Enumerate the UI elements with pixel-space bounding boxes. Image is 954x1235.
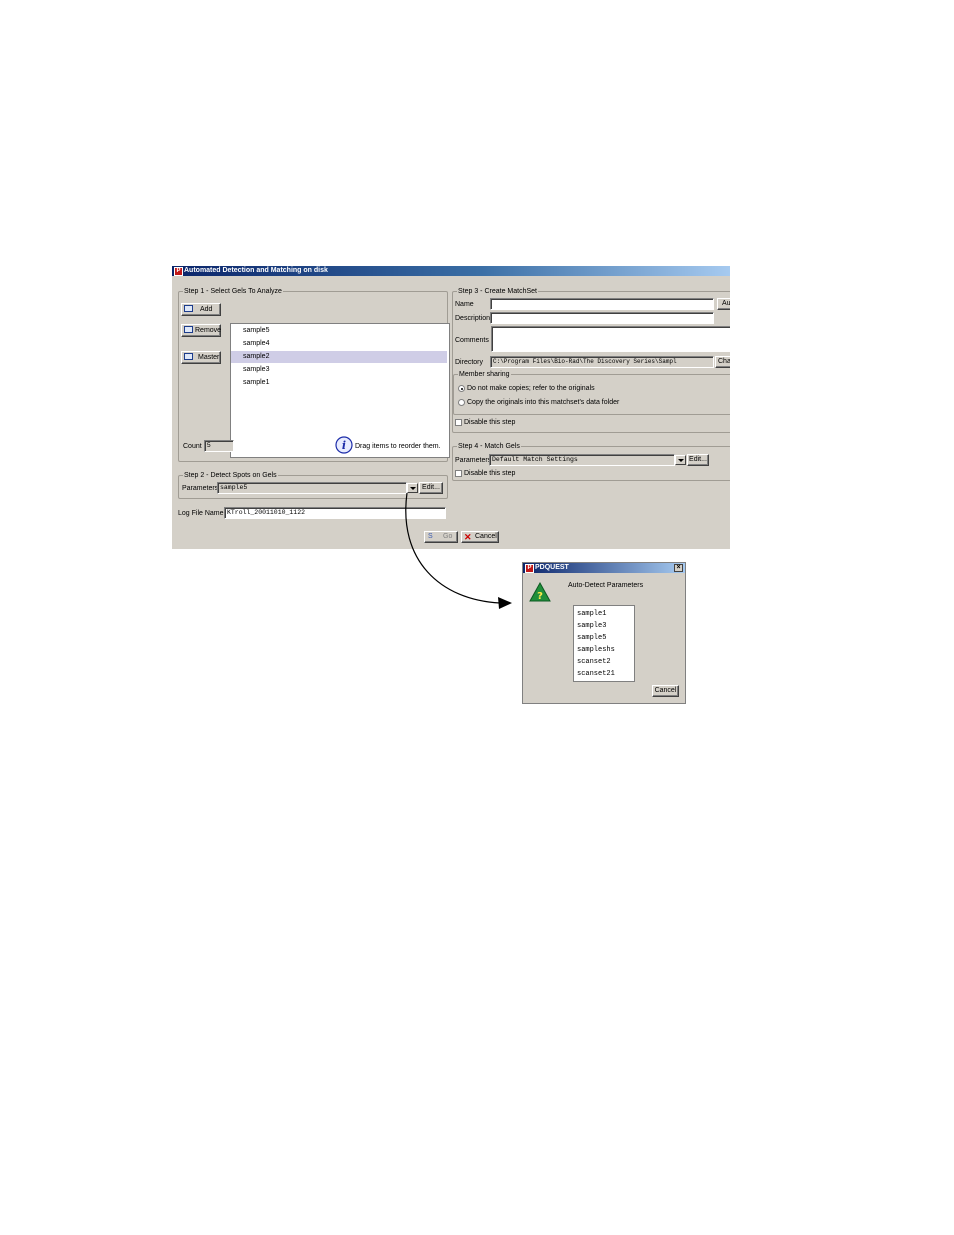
app-logo-icon: P [525,564,534,573]
parameter-list-item[interactable]: sampleshs [577,644,615,656]
svg-text:?: ? [537,591,543,602]
parameter-list-item[interactable]: scanset21 [577,668,615,680]
popup-title: PDQUEST [535,564,569,571]
parameter-list[interactable]: sample1 sample3 sample5 sampleshs scanse… [573,605,635,682]
close-icon[interactable]: × [674,564,683,572]
popup-cancel-button[interactable]: Cancel [652,685,679,697]
popup-prompt: Auto-Detect Parameters [568,582,644,589]
parameter-list-item[interactable]: sample1 [577,608,606,620]
popup-title-bar[interactable]: P PDQUEST × [523,563,685,573]
parameter-list-item[interactable]: sample5 [577,632,606,644]
pdquest-popup: P PDQUEST × ? Auto-Detect Parameters sam… [522,562,686,704]
arrow-connector [405,492,512,609]
parameter-list-item[interactable]: sample3 [577,620,606,632]
parameter-list-item[interactable]: scanset2 [577,656,611,668]
question-warning-icon: ? [529,582,551,602]
